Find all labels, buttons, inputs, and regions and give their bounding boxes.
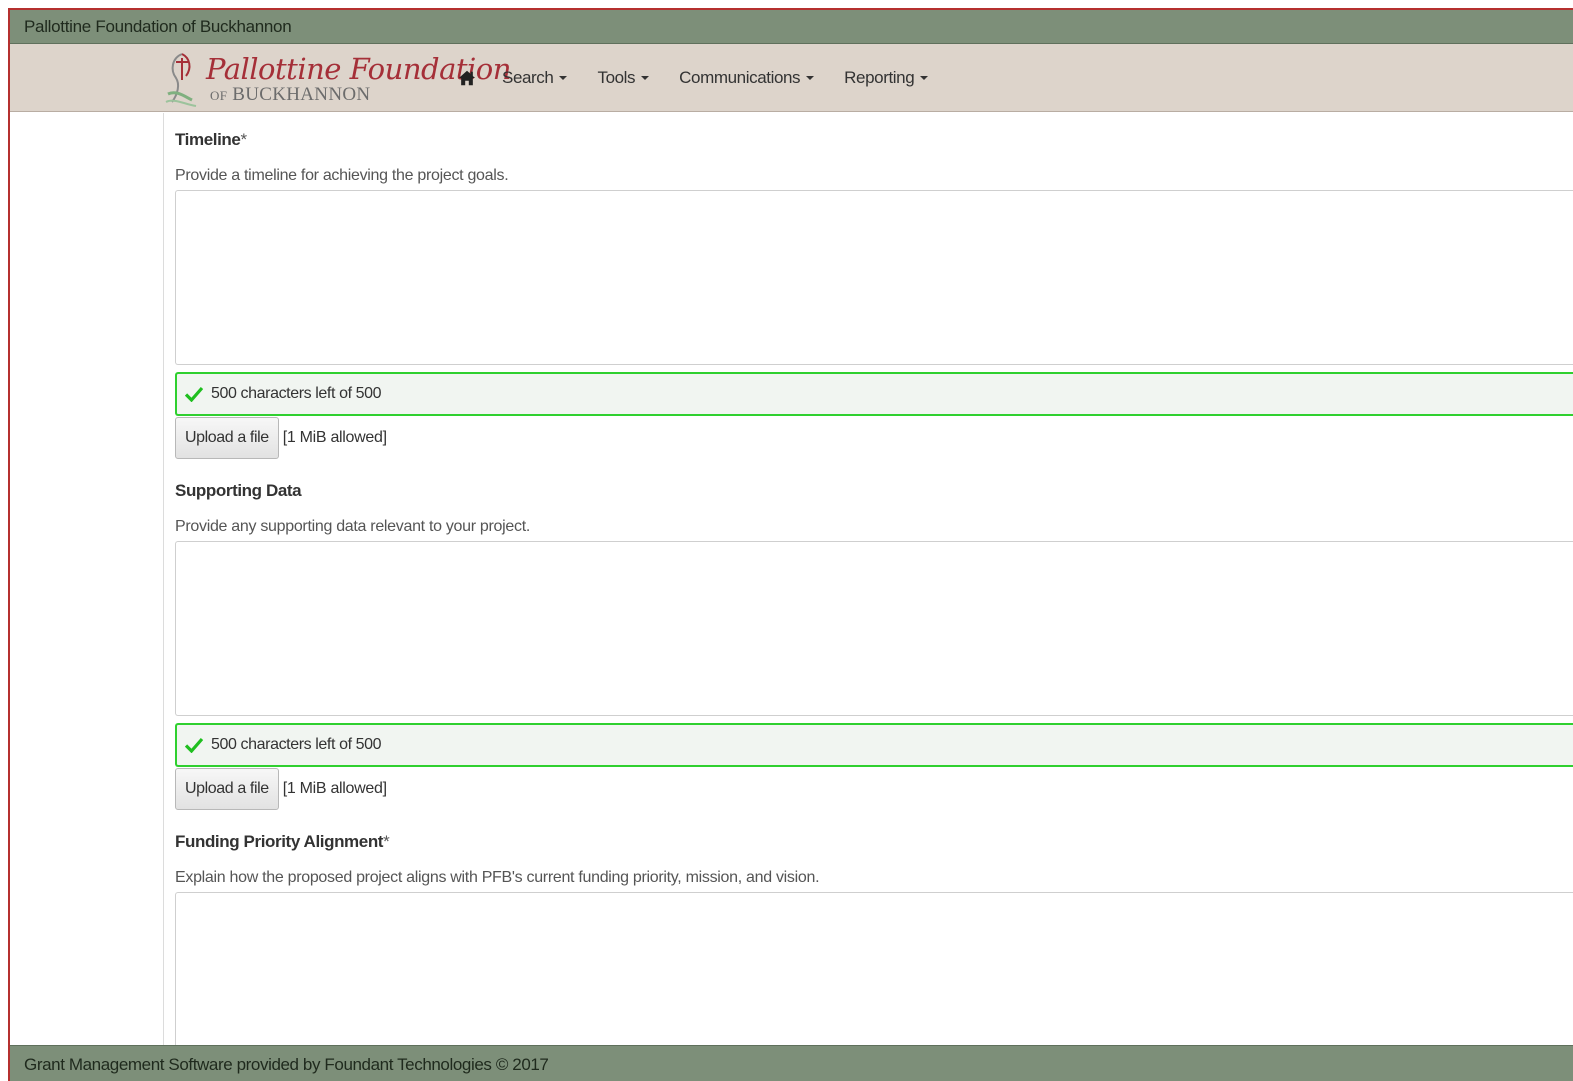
- nav-reporting[interactable]: Reporting: [844, 68, 929, 88]
- site-title: Pallottine Foundation of Buckhannon: [24, 17, 292, 36]
- caret-down-icon: [641, 76, 650, 80]
- logo-emblem-icon: [165, 53, 197, 107]
- footer: Grant Management Software provided by Fo…: [10, 1045, 1573, 1081]
- navbar: Pallottine Foundation OF BUCKHANNON Sear…: [10, 44, 1573, 112]
- timeline-upload-button[interactable]: Upload a file: [175, 417, 279, 459]
- timeline-textarea[interactable]: [175, 190, 1573, 365]
- supporting-data-counter-text: 500 characters left of 500: [211, 736, 382, 753]
- main-nav: Search Tools Communications Reporting: [458, 44, 958, 112]
- app-frame: Pallottine Foundation of Buckhannon Pall…: [8, 8, 1573, 1081]
- supporting-data-help: Provide any supporting data relevant to …: [175, 518, 530, 535]
- nav-communications-label: Communications: [679, 68, 801, 87]
- supporting-data-section: Supporting Data Provide any supporting d…: [175, 481, 1573, 810]
- timeline-char-counter: 500 characters left of 500: [175, 372, 1573, 416]
- supporting-data-char-counter: 500 characters left of 500: [175, 723, 1573, 767]
- supporting-data-textarea[interactable]: [175, 541, 1573, 716]
- timeline-counter-text: 500 characters left of 500: [211, 385, 382, 402]
- caret-down-icon: [920, 76, 929, 80]
- home-icon[interactable]: [458, 69, 476, 87]
- footer-text: Grant Management Software provided by Fo…: [24, 1055, 549, 1074]
- timeline-section: Timeline* Provide a timeline for achievi…: [175, 130, 1573, 459]
- nav-reporting-label: Reporting: [844, 68, 915, 87]
- check-icon: [185, 386, 203, 402]
- nav-tools-label: Tools: [597, 68, 636, 87]
- timeline-label: Timeline*: [175, 130, 247, 149]
- timeline-upload-row: Upload a file [1 MiB allowed]: [175, 417, 1573, 459]
- supporting-data-label: Supporting Data: [175, 481, 302, 500]
- check-icon: [185, 737, 203, 753]
- supporting-data-upload-button[interactable]: Upload a file: [175, 768, 279, 810]
- logo-subtitle: OF BUCKHANNON: [210, 84, 370, 106]
- supporting-data-upload-row: Upload a file [1 MiB allowed]: [175, 768, 1573, 810]
- form-content: Timeline* Provide a timeline for achievi…: [10, 113, 1573, 1067]
- logo[interactable]: Pallottine Foundation OF BUCKHANNON: [162, 50, 511, 108]
- timeline-help: Provide a timeline for achieving the pro…: [175, 167, 509, 184]
- logo-subtitle-text: BUCKHANNON: [232, 84, 371, 105]
- column-divider: [163, 113, 164, 1045]
- nav-communications[interactable]: Communications: [679, 68, 815, 88]
- funding-priority-label: Funding Priority Alignment*: [175, 832, 390, 851]
- top-bar: Pallottine Foundation of Buckhannon: [10, 10, 1573, 44]
- funding-priority-section: Funding Priority Alignment* Explain how …: [175, 832, 1573, 1067]
- nav-tools[interactable]: Tools: [597, 68, 650, 88]
- caret-down-icon: [559, 76, 568, 80]
- nav-search-label: Search: [502, 68, 554, 87]
- funding-priority-textarea[interactable]: [175, 892, 1573, 1067]
- nav-search[interactable]: Search: [502, 68, 568, 88]
- supporting-data-upload-limit: [1 MiB allowed]: [282, 780, 387, 797]
- caret-down-icon: [806, 76, 815, 80]
- timeline-upload-limit: [1 MiB allowed]: [282, 429, 387, 446]
- logo-subtitle-prefix: OF: [210, 88, 228, 103]
- funding-priority-help: Explain how the proposed project aligns …: [175, 869, 820, 886]
